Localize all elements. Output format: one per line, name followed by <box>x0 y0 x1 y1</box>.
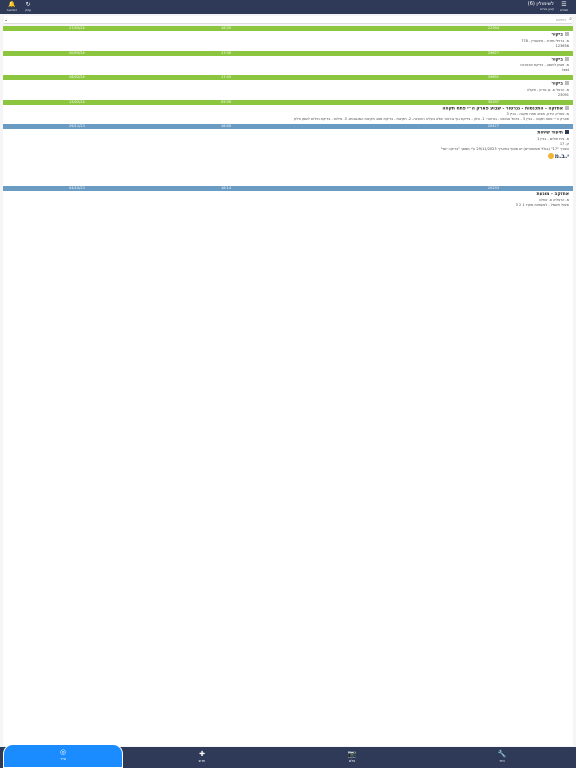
refresh-label: עדכן <box>25 8 31 12</box>
entry-note: 23091 <box>557 92 569 97</box>
entry-id: 22394 <box>487 26 499 30</box>
phone-icon <box>565 130 569 134</box>
list-item[interactable]: 22394 16:35 27/03/24 ביקור מ. ברזילי מזר… <box>3 26 573 51</box>
entry-header-bar: 29877 17:30 20/03/24 <box>3 50 573 56</box>
task-list: 22394 16:35 27/03/24 ביקור מ. ברזילי מזר… <box>3 26 573 746</box>
entry-title: אחזקה - התכנסות - גנרטור - שבוע פארק ה״י… <box>442 106 563 111</box>
entry-header-bar: 20233 16:14 04/10/23 <box>3 186 573 191</box>
entry-time: 09:30 <box>221 99 232 104</box>
entry-title: ביקור <box>551 32 563 38</box>
tab-label: כיור <box>499 759 505 763</box>
entry-id: 20233 <box>487 186 499 190</box>
logo-text: י.ב.מ <box>554 152 569 160</box>
subtitle-text: קבע אירוח <box>540 7 554 11</box>
chevron-down-icon[interactable]: ⌄ <box>4 17 8 23</box>
patrol-icon: ◎ <box>59 748 67 756</box>
tab-patrol[interactable]: ◎ סייר <box>3 744 123 768</box>
entry-title: אחזקה - מונעת <box>536 192 570 197</box>
camera-icon: 📷 <box>347 750 357 758</box>
top-bar: 🔔 התראות ↻ עדכן לשימולין (6) קבע אירוח ☰… <box>0 0 576 14</box>
category-icon <box>565 105 569 110</box>
plus-icon: ✚ <box>199 750 205 758</box>
entry-note: הצורך "17" (בגלל מפוסטרים) יש מוסף בתארי… <box>440 146 569 151</box>
list-item[interactable]: 29891 17:43 28/02/24 ביקור מ. הרצל פ. בן… <box>3 75 573 100</box>
entry-id: 29877 <box>487 50 499 55</box>
search-icon: ⌕ <box>569 16 572 22</box>
hamburger-icon: ☰ <box>561 1 567 8</box>
tab-label: סייר <box>60 757 66 761</box>
bottom-tab-bar: 🔧 כיור 📷 צלם ✚ חדש ◎ סייר <box>0 744 576 768</box>
menu-label: תפריט <box>559 8 569 12</box>
company-logo: י.ב.מ <box>7 153 569 161</box>
tab-label: צלם <box>348 759 356 763</box>
entry-time: 16:35 <box>221 26 232 30</box>
entry-date: 20/03/24 <box>69 50 85 55</box>
entry-note: 123656 <box>555 43 569 48</box>
entry-title: תיעוד שיחות <box>537 130 563 136</box>
list-item[interactable]: 20477 16:05 29/11/23 תיעוד שיחות מ. בית … <box>3 124 573 186</box>
tab-new[interactable]: ✚ חדש <box>142 747 262 768</box>
entry-header-bar: 20477 16:05 29/11/23 <box>3 124 573 129</box>
category-icon <box>565 56 569 61</box>
refresh-icon: ↻ <box>25 1 31 8</box>
tab-label: חדש <box>198 759 206 763</box>
entry-date: 04/10/23 <box>69 186 85 190</box>
entry-header-bar: 29891 17:43 28/02/24 <box>3 75 573 80</box>
page-title: לשימולין (6) קבע אירוח <box>528 1 554 12</box>
wrench-icon: 🔧 <box>497 750 507 758</box>
tab-wrench[interactable]: 🔧 כיור <box>442 747 562 768</box>
entry-id: 29891 <box>487 75 499 79</box>
entry-date: 27/03/24 <box>69 26 85 30</box>
entry-note: test <box>562 68 569 72</box>
refresh-button[interactable]: ↻ עדכן <box>18 1 38 13</box>
list-item[interactable]: 30297 09:30 13/02/24 אחזקה - התכנסות - ג… <box>3 99 573 125</box>
entry-id: 30297 <box>487 99 499 104</box>
entry-title: ביקור <box>551 81 563 87</box>
entry-time: 16:14 <box>221 186 232 190</box>
category-icon <box>565 32 569 36</box>
entry-date: 13/02/24 <box>69 99 85 104</box>
entry-time: 17:43 <box>221 75 232 79</box>
entry-time: 16:05 <box>221 124 232 128</box>
entry-date: 29/11/23 <box>69 124 85 128</box>
entry-date: 28/02/24 <box>69 75 85 79</box>
entry-note: פיצול חשמל - לפעמיות מוקד 1 2 3 <box>515 203 569 207</box>
entry-time: 17:30 <box>221 50 232 55</box>
entry-title: ביקור <box>551 57 563 62</box>
list-item[interactable]: 29877 17:30 20/03/24 ביקור מ. ויצמן לוינ… <box>3 50 573 76</box>
tab-camera[interactable]: 📷 צלם <box>292 747 412 768</box>
entry-header-bar: 22394 16:35 27/03/24 <box>3 26 573 31</box>
list-item[interactable]: 20233 16:14 04/10/23 אחזקה - מונעת מ. הר… <box>3 186 573 210</box>
entry-header-bar: 30297 09:30 13/02/24 <box>3 99 573 105</box>
entry-id: 20477 <box>487 124 499 128</box>
menu-button[interactable]: ☰ תפריט <box>554 1 574 13</box>
category-icon <box>565 81 569 85</box>
search-input[interactable]: חיפוש ⌕ <box>4 16 572 24</box>
entry-note: פארק ה״י פתח תקווה - בניין 3 - ביטול אבט… <box>293 117 569 121</box>
search-placeholder: חיפוש <box>556 17 566 22</box>
logo-circle-icon <box>547 153 554 159</box>
